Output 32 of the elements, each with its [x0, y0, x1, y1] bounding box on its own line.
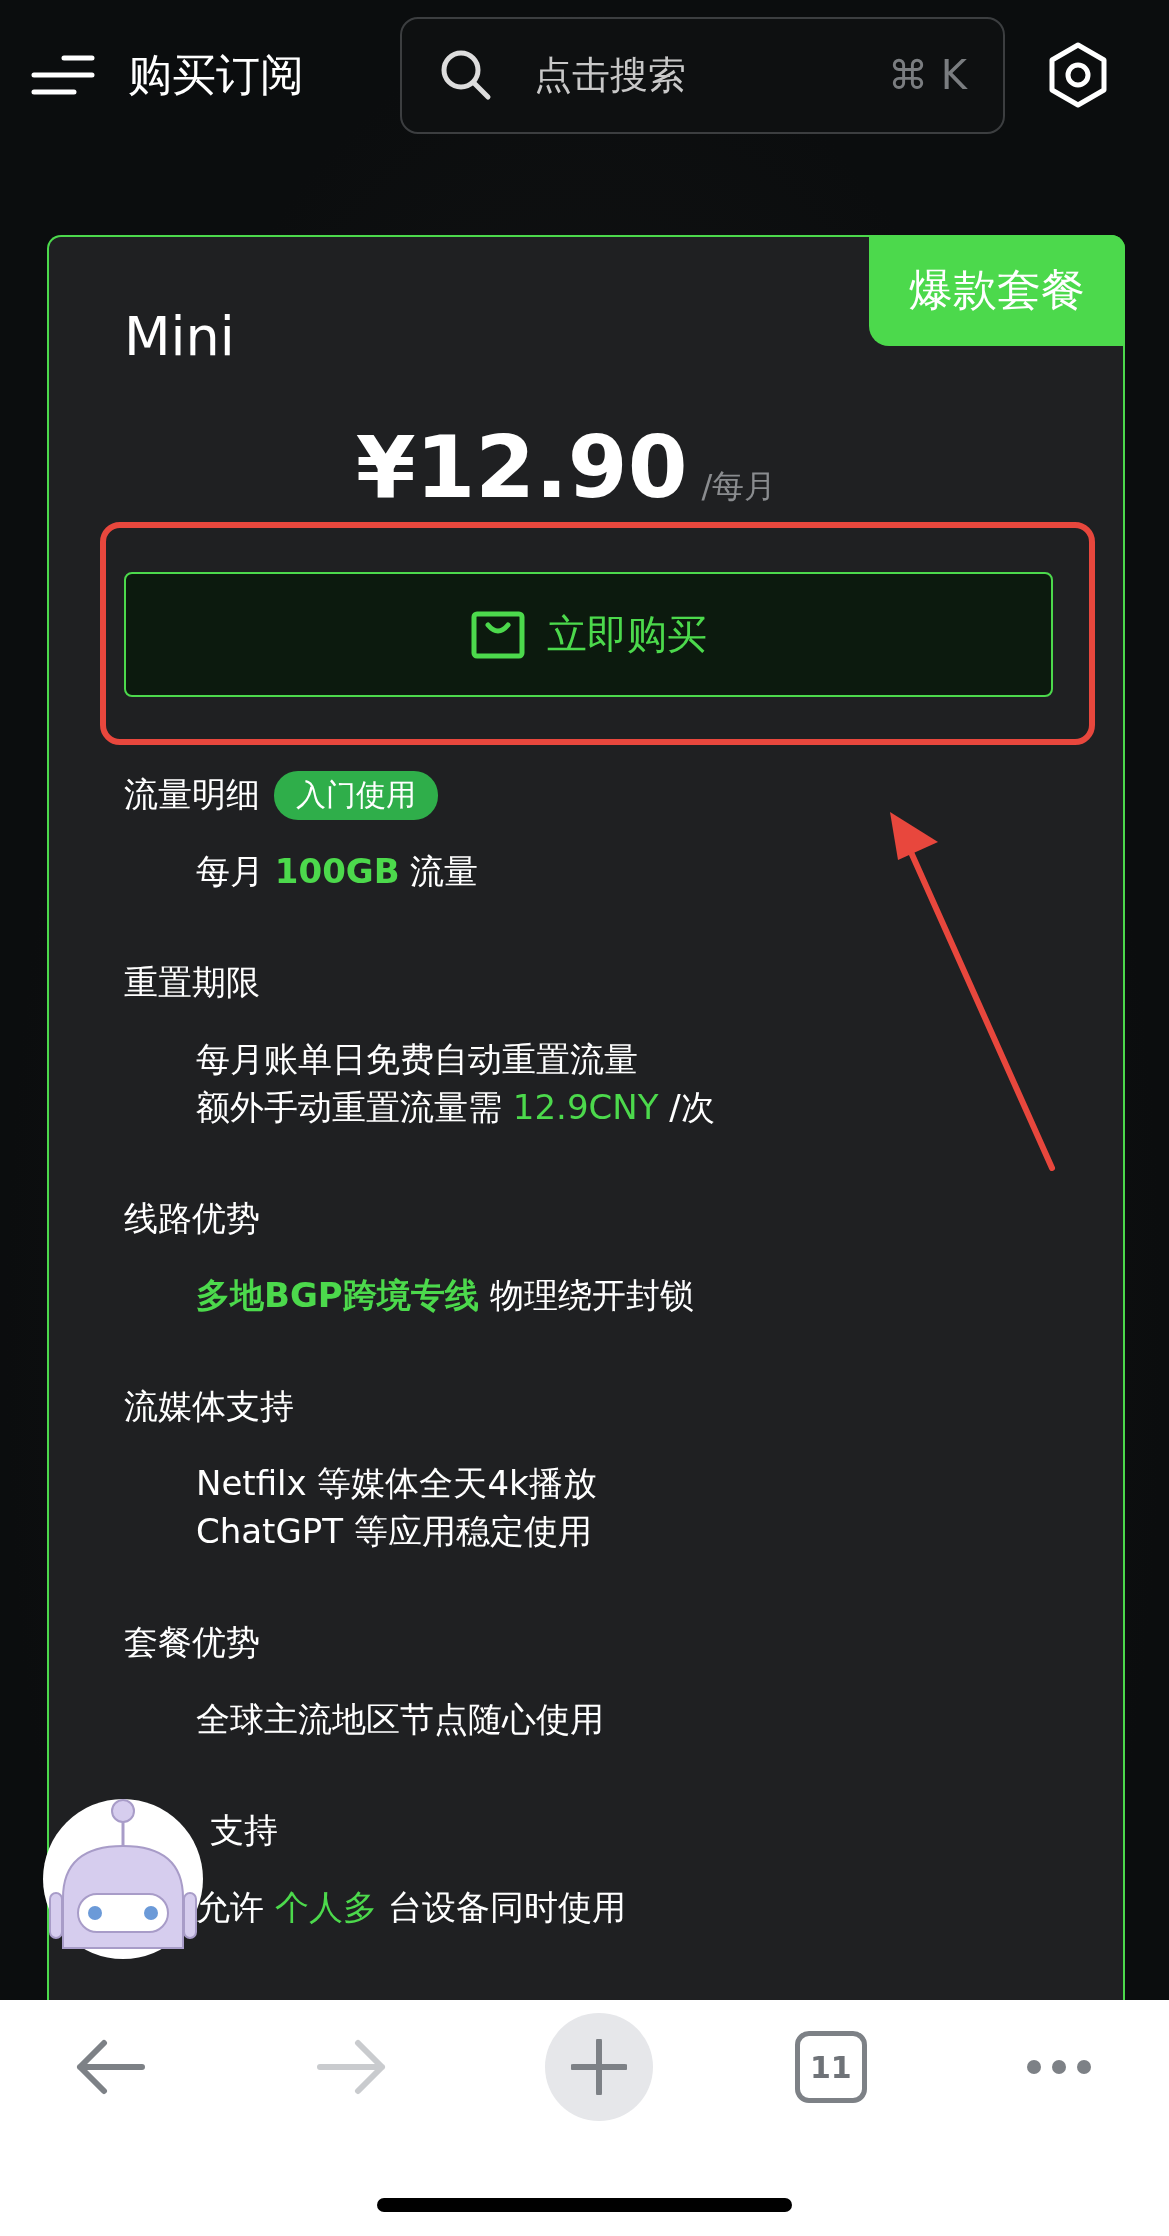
price-period: /每月: [701, 466, 777, 507]
feature-text: 每月账单日免费自动重置流量: [196, 1038, 639, 1081]
section-title: 重置期限: [124, 961, 260, 1004]
level-tag: 入门使用: [274, 770, 438, 820]
search-icon: [440, 49, 492, 101]
menu-icon[interactable]: [30, 54, 96, 96]
section-title: 流媒体支持: [124, 1385, 294, 1428]
buy-button[interactable]: 立即购买: [124, 572, 1053, 697]
plus-icon: [570, 2039, 627, 2095]
section-title: 流量明细: [124, 773, 260, 816]
feature-text: 允许 个人多 台设备同时使用: [196, 1886, 627, 1929]
feature-text: Netfilx 等媒体全天4k播放: [196, 1462, 598, 1505]
feature-text: ChatGPT 等应用稳定使用: [196, 1510, 593, 1553]
page-title: 购买订阅: [128, 47, 304, 102]
section-title: 线路优势: [124, 1197, 260, 1240]
shopping-bag-icon: [470, 610, 525, 659]
settings-icon[interactable]: [1047, 42, 1109, 108]
feature-text: 全球主流地区节点随心使用: [196, 1698, 605, 1741]
section-title: 套餐优势: [124, 1621, 260, 1664]
more-icon: [1026, 2059, 1092, 2075]
search-input[interactable]: 点击搜索: [532, 52, 889, 98]
shortcut-hint: ⌘ K: [888, 52, 967, 98]
plan-price: ¥12.90: [355, 417, 688, 517]
tab-count-button[interactable]: 11: [794, 2031, 867, 2103]
feature-text: 额外手动重置流量需 12.9CNY /次: [196, 1086, 716, 1129]
left-arrow-icon: [74, 2039, 146, 2095]
feature-text: 每月 100GB 流量: [196, 850, 480, 893]
search-bar[interactable]: 点击搜索 ⌘ K: [400, 16, 1005, 134]
plan-badge: 爆款套餐: [869, 235, 1125, 346]
plan-name: Mini: [124, 307, 235, 367]
section-title: 支持: [210, 1809, 278, 1852]
feature-text: 多地BGP跨境专线 物理绕开封锁: [196, 1274, 695, 1317]
